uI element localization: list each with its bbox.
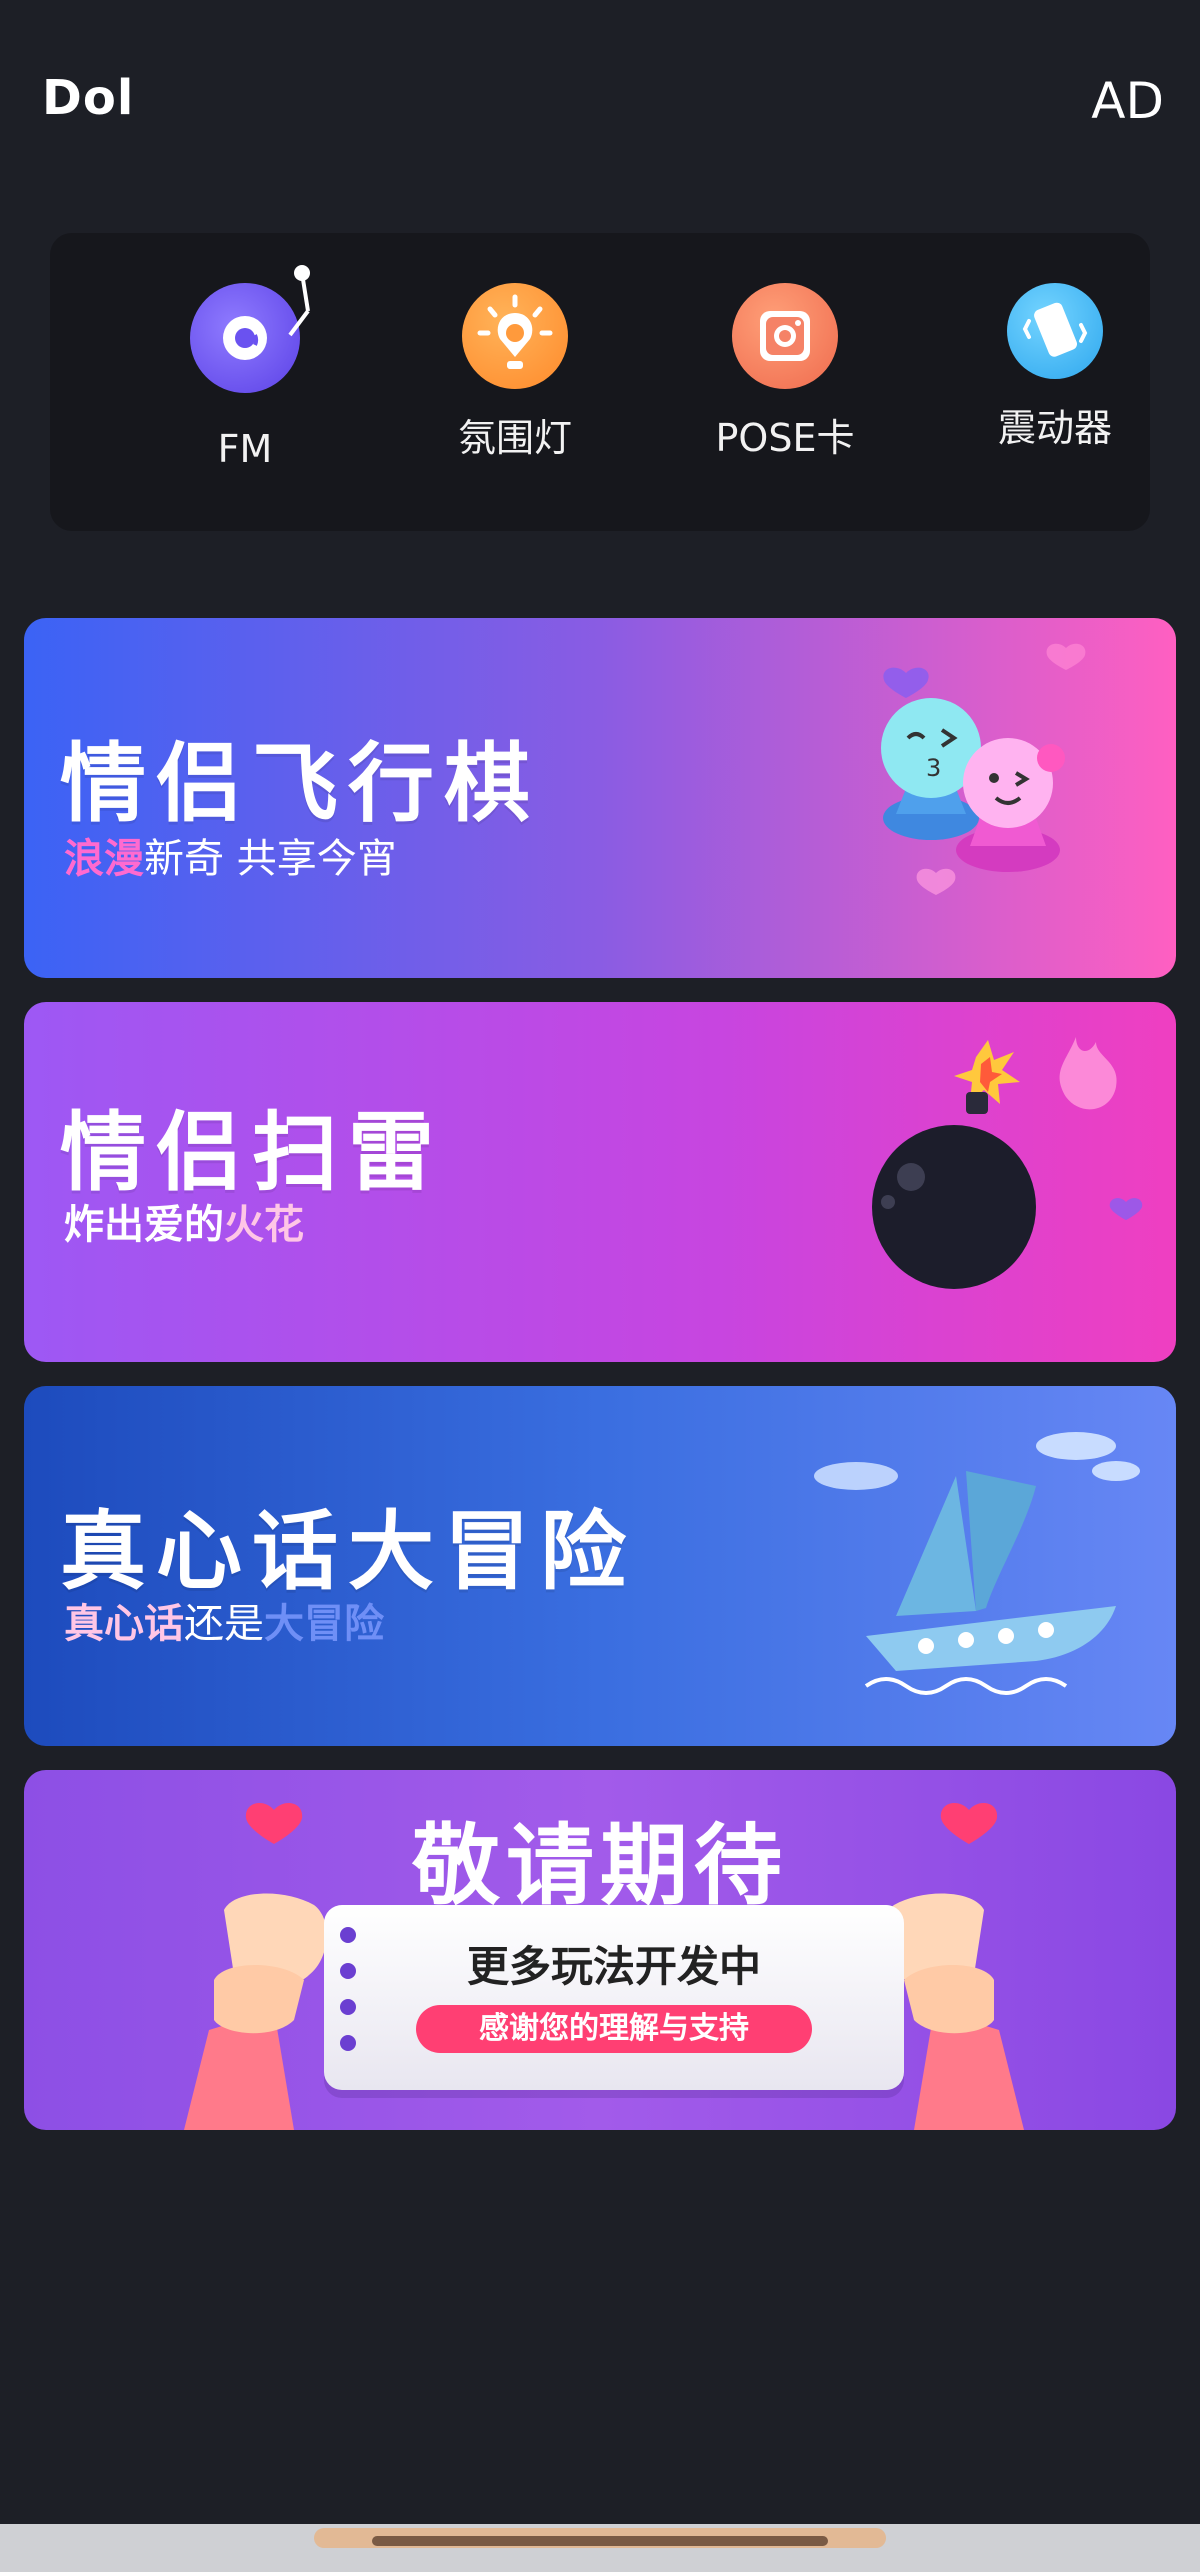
ad-button[interactable]: AD — [1091, 72, 1164, 130]
subtitle-text: 新奇 共享今宵 — [144, 836, 397, 882]
lamp-icon — [462, 283, 568, 389]
card-title: 真心话大冒险 — [60, 1501, 636, 1602]
game-pieces-illustration: 3 — [881, 643, 1086, 895]
app-title: Dol — [42, 70, 135, 126]
subtitle-dare: 大冒险 — [264, 1601, 384, 1647]
top-bar: Dol AD — [0, 60, 1200, 140]
sailboat-illustration — [814, 1432, 1140, 1695]
tool-pose-card-label: POSE卡 — [715, 416, 855, 460]
tool-pose-card[interactable]: POSE卡 — [685, 283, 885, 462]
tool-vibrator-label: 震动器 — [997, 406, 1112, 450]
tool-fm[interactable]: FM — [145, 265, 345, 471]
bomb-illustration — [872, 1037, 1143, 1289]
card-subtitle: 真心话还是大冒险 — [64, 1591, 384, 1649]
camera-card-icon — [732, 283, 838, 389]
subtitle-connector: 还是 — [184, 1601, 264, 1647]
card-subtitle: 浪漫新奇 共享今宵 — [64, 826, 397, 884]
card-couple-minesweeper[interactable]: 情侣扫雷 炸出爱的火花 — [24, 1002, 1176, 1362]
vinyl-record-icon — [190, 265, 310, 393]
subtitle-highlight: 浪漫 — [64, 836, 144, 882]
subtitle-text: 炸出爱的 — [64, 1202, 224, 1248]
card-subtitle: 炸出爱的火花 — [64, 1192, 304, 1250]
tool-fm-label: FM — [217, 427, 273, 471]
card-couple-ludo[interactable]: 情侣飞行棋 浪漫新奇 共享今宵 3 — [24, 618, 1176, 978]
card-coming-soon[interactable]: 敬请期待 更多玩法开发中 感谢您的理解与支持 — [24, 1770, 1176, 2130]
home-indicator-handle — [372, 2536, 828, 2546]
card-title: 情侣扫雷 — [60, 1102, 444, 1203]
tool-panel: FM 氛围灯 POSE卡 震动器 — [50, 233, 1150, 531]
card-title: 情侣飞行棋 — [60, 733, 540, 834]
card-truth-or-dare[interactable]: 真心话大冒险 真心话还是大冒险 — [24, 1386, 1176, 1746]
notepad-card: 更多玩法开发中 感谢您的理解与支持 — [324, 1905, 904, 2090]
subtitle-highlight: 火花 — [224, 1202, 304, 1248]
tool-ambient-light-label: 氛围灯 — [457, 416, 572, 460]
tool-ambient-light[interactable]: 氛围灯 — [415, 283, 615, 462]
svg-text:3: 3 — [926, 754, 941, 782]
vibration-phone-icon — [1007, 283, 1103, 379]
note-pill: 感谢您的理解与支持 — [416, 2005, 812, 2053]
subtitle-truth: 真心话 — [64, 1601, 184, 1647]
note-title: 更多玩法开发中 — [466, 1942, 761, 1991]
tool-vibrator[interactable]: 震动器 — [955, 283, 1155, 452]
